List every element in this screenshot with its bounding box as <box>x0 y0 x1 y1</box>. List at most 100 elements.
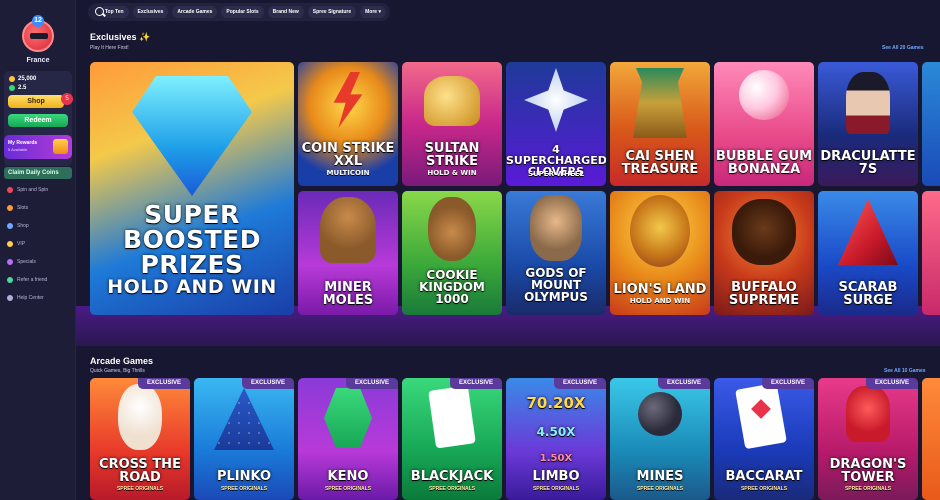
shop-button[interactable]: Shop <box>8 95 64 108</box>
tile-art <box>922 378 940 500</box>
redeem-button[interactable]: Redeem <box>8 114 68 127</box>
exclusives-title: Exclusives ✨ <box>90 32 151 42</box>
game-title: DRACULATTE 7S <box>820 149 916 177</box>
exclusive-badge: EXCLUSIVE <box>658 378 710 389</box>
exclusive-badge: EXCLUSIVE <box>866 378 918 389</box>
username: France <box>26 57 50 64</box>
rewards-title: My Rewards <box>8 140 38 146</box>
sidebar-item-refer[interactable]: Refer a friend <box>4 273 72 287</box>
sidebar-item-shop[interactable]: Shop <box>4 219 72 233</box>
claim-daily-coins-button[interactable]: Claim Daily Coins <box>4 167 72 179</box>
wheel-icon <box>7 187 13 193</box>
rewards-subtitle: 5 Available <box>8 147 28 152</box>
hero-line-2: BOOSTED <box>123 225 261 254</box>
vampire-icon <box>846 72 890 134</box>
game-tile-scarab-surge[interactable]: SCARAB SURGE <box>818 191 918 315</box>
hero-line-4: HOLD AND WIN <box>107 276 277 298</box>
tab-exclusives[interactable]: Exclusives <box>132 6 169 18</box>
game-title: LION'S LAND <box>613 282 707 297</box>
game-tile-cookie-kingdom-1000[interactable]: COOKIE KINGDOM 1000 <box>402 191 502 315</box>
spree-originals-tag: SPREE ORIGINALS <box>324 486 372 492</box>
exclusives-see-all-link[interactable]: See All 20 Games <box>882 45 924 51</box>
game-tile-cai-shen-treasure[interactable]: CAI SHEN TREASURE <box>610 62 710 186</box>
crown-icon <box>7 241 13 247</box>
game-title: KENO <box>327 469 369 484</box>
exclusive-badge: EXCLUSIVE <box>346 378 398 389</box>
my-rewards-button[interactable]: My Rewards 5 Available <box>4 135 72 159</box>
sidebar: 12 France 25,000 2.5 Shop 5 Redeem My Re… <box>0 0 76 500</box>
game-tile-plinko[interactable]: EXCLUSIVE PLINKO SPREE ORIGINALS <box>194 378 294 500</box>
exclusive-badge: EXCLUSIVE <box>242 378 294 389</box>
game-tile-dragons-tower[interactable]: EXCLUSIVE DRAGON'S TOWER SPREE ORIGINALS <box>818 378 918 500</box>
game-tile-bubble-gum-bonanza[interactable]: BUBBLE GUM BONANZA <box>714 62 814 186</box>
game-tile-baccarat[interactable]: EXCLUSIVE BACCARAT SPREE ORIGINALS <box>714 378 814 500</box>
dragon-icon <box>846 386 890 442</box>
game-title: GODS OF MOUNT OLYMPUS <box>524 266 588 304</box>
game-tile-lions-land[interactable]: LION'S LAND HOLD AND WIN <box>610 191 710 315</box>
sidebar-item-help[interactable]: Help Center <box>4 291 72 305</box>
tab-popular-slots[interactable]: Popular Slots <box>221 6 264 18</box>
game-tile-super-boosted-prizes[interactable]: SUPER BOOSTED PRIZES HOLD AND WIN <box>90 62 294 315</box>
game-tile-partial[interactable] <box>922 62 940 186</box>
game-title: BUFFALO SUPREME <box>728 280 800 308</box>
tab-arcade-games[interactable]: Arcade Games <box>172 6 218 18</box>
game-tile-coin-strike-xxl[interactable]: COIN STRIKE XXL MULTICOIN <box>298 62 398 186</box>
game-title: BLACKJACK <box>410 469 494 484</box>
game-title: COOKIE KINGDOM 1000 <box>419 268 485 306</box>
game-tile-blackjack[interactable]: EXCLUSIVE BLACKJACK SPREE ORIGINALS <box>402 378 502 500</box>
game-title: SCARAB SURGE <box>838 280 898 308</box>
game-tile-buffalo-supreme[interactable]: BUFFALO SUPREME <box>714 191 814 315</box>
gift-icon <box>53 139 68 154</box>
hero-line-3: PRIZES <box>140 250 244 279</box>
playing-card-icon <box>428 385 476 449</box>
tab-spree-signature[interactable]: Spree Signature <box>307 6 357 18</box>
game-tile-sultan-strike[interactable]: SULTAN STRIKE HOLD & WIN <box>402 62 502 186</box>
game-title: PLINKO <box>216 469 272 484</box>
gold-coin-icon <box>9 76 15 82</box>
arcade-see-all-link[interactable]: See All 10 Games <box>884 368 926 374</box>
exclusive-badge: EXCLUSIVE <box>554 378 606 389</box>
game-tile-mines[interactable]: EXCLUSIVE MINES SPREE ORIGINALS <box>610 378 710 500</box>
top-nav: Top Ten Exclusives Arcade Games Popular … <box>88 3 390 21</box>
game-title: BUBBLE GUM BONANZA <box>715 149 813 177</box>
game-tile-keno[interactable]: EXCLUSIVE KENO SPREE ORIGINALS <box>298 378 398 500</box>
game-tile-partial[interactable] <box>922 191 940 315</box>
gift-icon <box>7 277 13 283</box>
exclusive-badge: EXCLUSIVE <box>138 378 190 389</box>
spree-originals-tag: SPREE ORIGINALS <box>844 486 892 492</box>
mole-icon <box>320 197 376 263</box>
zeus-icon <box>530 195 582 261</box>
game-tile-partial[interactable] <box>922 378 940 500</box>
tab-brand-new[interactable]: Brand New <box>267 6 304 18</box>
sidebar-item-vip[interactable]: VIP <box>4 237 72 251</box>
arcade-title: Arcade Games <box>90 356 154 366</box>
game-subtitle: HOLD & WIN <box>427 169 477 177</box>
bear-chef-icon <box>428 197 476 261</box>
game-tile-draculatte-7s[interactable]: DRACULATTE 7S <box>818 62 918 186</box>
sidebar-item-slots[interactable]: Slots <box>4 201 72 215</box>
sidebar-item-specials[interactable]: Specials <box>4 255 72 269</box>
game-title: BACCARAT <box>725 469 803 484</box>
chicken-icon <box>118 384 162 450</box>
search-icon[interactable] <box>92 4 104 20</box>
game-title: CAI SHEN TREASURE <box>621 149 699 177</box>
genie-lamp-icon <box>424 76 480 126</box>
game-tile-4-supercharged-clovers[interactable]: 4 SUPERCHARGED CLOVERS SUPER WHEEL <box>506 62 606 186</box>
game-tile-gods-of-mount-olympus[interactable]: GODS OF MOUNT OLYMPUS <box>506 191 606 315</box>
sweeps-coin-balance: 2.5 <box>9 85 26 91</box>
cart-icon <box>7 223 13 229</box>
game-tile-cross-the-road[interactable]: EXCLUSIVE CROSS THE ROAD SPREE ORIGINALS <box>90 378 190 500</box>
sidebar-item-spin[interactable]: Spin and Spin <box>4 183 72 197</box>
level-badge: 12 <box>32 15 44 27</box>
multiplier-2: 4.50X <box>536 425 576 439</box>
game-tile-miner-moles[interactable]: MINER MOLES <box>298 191 398 315</box>
multiplier-1: 70.20X <box>526 394 586 412</box>
tab-more[interactable]: More ▾ <box>360 6 386 18</box>
star-icon <box>7 259 13 265</box>
help-icon <box>7 295 13 301</box>
gold-coin-balance: 25,000 <box>9 76 36 82</box>
exclusives-subtitle: Play It Here First! <box>90 45 129 51</box>
sunglasses-icon <box>30 33 48 39</box>
multiplier-3: 1.50X <box>539 453 573 464</box>
game-tile-limbo[interactable]: 70.20X 4.50X 1.50X EXCLUSIVE LIMBO SPREE… <box>506 378 606 500</box>
